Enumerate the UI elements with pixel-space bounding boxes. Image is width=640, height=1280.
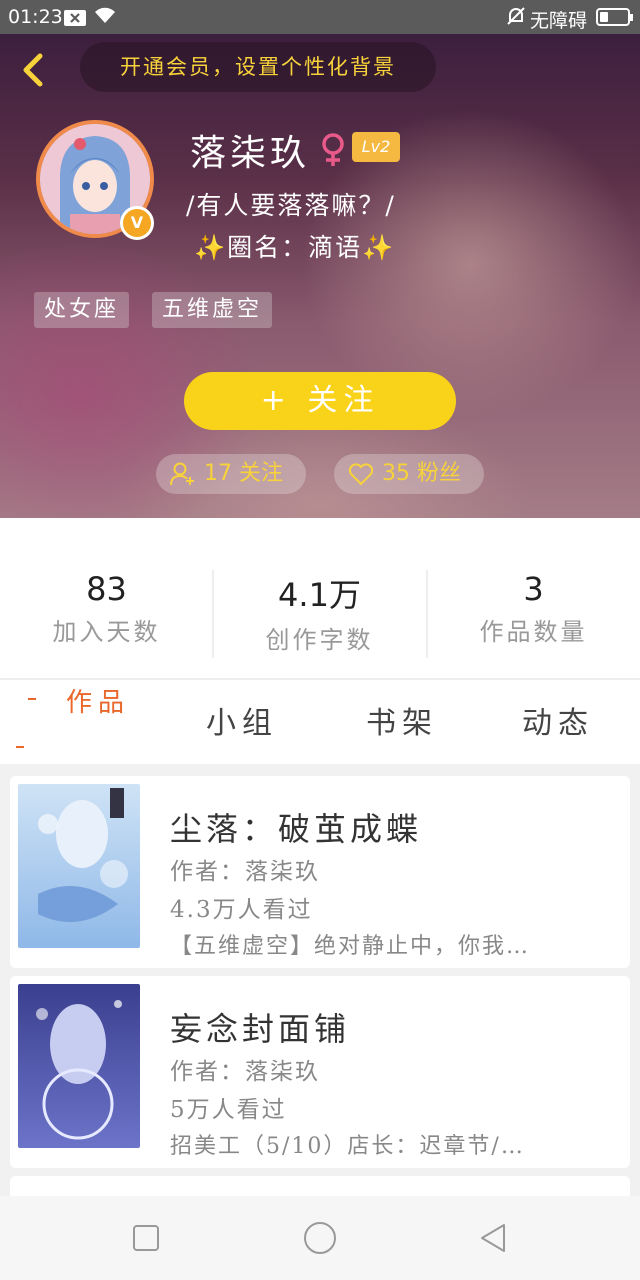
book-item[interactable]: 妄念封面铺 作者：落柒玖 5万人看过 招美工（5/10）店长：迟章节/…: [10, 976, 630, 1168]
vip-banner[interactable]: 开通会员，设置个性化背景: [80, 42, 436, 92]
tab-indicator: [16, 746, 24, 748]
stat-value: 4.1万: [278, 576, 361, 614]
notification-icon: [64, 9, 86, 31]
verified-badge: V: [120, 206, 154, 240]
mute-bell-icon: [506, 6, 526, 31]
status-bar: 01:23 无障碍: [0, 0, 640, 34]
book-title: 尘落：破茧成蝶: [170, 810, 423, 848]
profile-header: 开通会员，设置个性化背景 V 落柒玖 Lv2 /有人要落落嘛？/ ✨圈名：滴语✨…: [0, 34, 640, 518]
sparkle-icon: ✨: [362, 233, 396, 262]
stat-label: 作品数量: [479, 618, 588, 646]
following-count-button[interactable]: 17 关注: [156, 454, 306, 494]
book-item[interactable]: [10, 1176, 630, 1196]
stats-panel: 83 加入天数 4.1万 创作字数 3 作品数量: [0, 518, 640, 678]
stat-join-days: 83 加入天数: [0, 570, 213, 647]
battery-icon: [596, 8, 633, 26]
tag-interest: 五维虚空: [152, 292, 273, 328]
triangle-back-icon: [481, 1224, 505, 1252]
tab-indicator: [28, 698, 36, 700]
tab-groups[interactable]: 小组: [206, 698, 278, 742]
stat-label: 创作字数: [265, 626, 374, 654]
stat-works-count: 3 作品数量: [427, 570, 640, 647]
status-time: 01:23: [8, 6, 63, 28]
book-item[interactable]: 尘落：破茧成蝶 作者：落柒玖 4.3万人看过 【五维虚空】绝对静止中，你我…: [10, 776, 630, 968]
stat-value: 3: [523, 570, 544, 608]
book-description: 招美工（5/10）店长：迟章节/…: [170, 1134, 525, 1159]
level-badge: Lv2: [352, 132, 400, 162]
book-description: 【五维虚空】绝对静止中，你我…: [170, 934, 531, 959]
back-nav-button[interactable]: [476, 1220, 512, 1256]
add-user-icon: [170, 462, 194, 486]
bio-line-1: /有人要落落嘛？/: [186, 191, 396, 220]
tab-bookshelf[interactable]: 书架: [366, 698, 438, 742]
follow-button[interactable]: + 关注: [184, 372, 456, 430]
circle-name: 圈名：滴语: [227, 233, 363, 262]
book-author: 作者：落柒玖: [170, 859, 320, 885]
back-button[interactable]: [14, 50, 54, 90]
stat-label: 加入天数: [52, 618, 161, 646]
system-nav-bar: [0, 1196, 640, 1280]
tab-bar: 作品 小组 书架 动态: [0, 678, 640, 764]
fans-count-button[interactable]: 35 粉丝: [334, 454, 484, 494]
tag-zodiac: 处女座: [34, 292, 130, 328]
bio-line-2: ✨圈名：滴语✨: [194, 228, 395, 264]
book-title: 妄念封面铺: [170, 1010, 351, 1048]
wifi-icon: [94, 6, 116, 29]
female-icon: [318, 132, 348, 168]
book-cover: [18, 984, 140, 1148]
sparkle-icon: ✨: [194, 233, 228, 262]
tab-activity[interactable]: 动态: [522, 698, 594, 742]
square-icon: [133, 1225, 159, 1251]
accessibility-label: 无障碍: [530, 10, 588, 32]
fans-count: 35 粉丝: [382, 461, 461, 486]
username: 落柒玖: [190, 133, 311, 174]
stat-word-count: 4.1万 创作字数: [213, 570, 426, 655]
tab-works[interactable]: 作品: [66, 682, 130, 719]
book-views: 4.3万人看过: [170, 897, 313, 923]
stat-value: 83: [86, 570, 127, 608]
recent-apps-button[interactable]: [128, 1220, 164, 1256]
book-views: 5万人看过: [170, 1097, 287, 1123]
circle-icon: [304, 1222, 336, 1254]
heart-icon: [348, 463, 374, 486]
home-button[interactable]: [302, 1220, 338, 1256]
book-author: 作者：落柒玖: [170, 1059, 320, 1085]
book-cover: [18, 784, 140, 948]
chevron-left-icon: [23, 53, 43, 87]
following-count: 17 关注: [204, 461, 283, 486]
